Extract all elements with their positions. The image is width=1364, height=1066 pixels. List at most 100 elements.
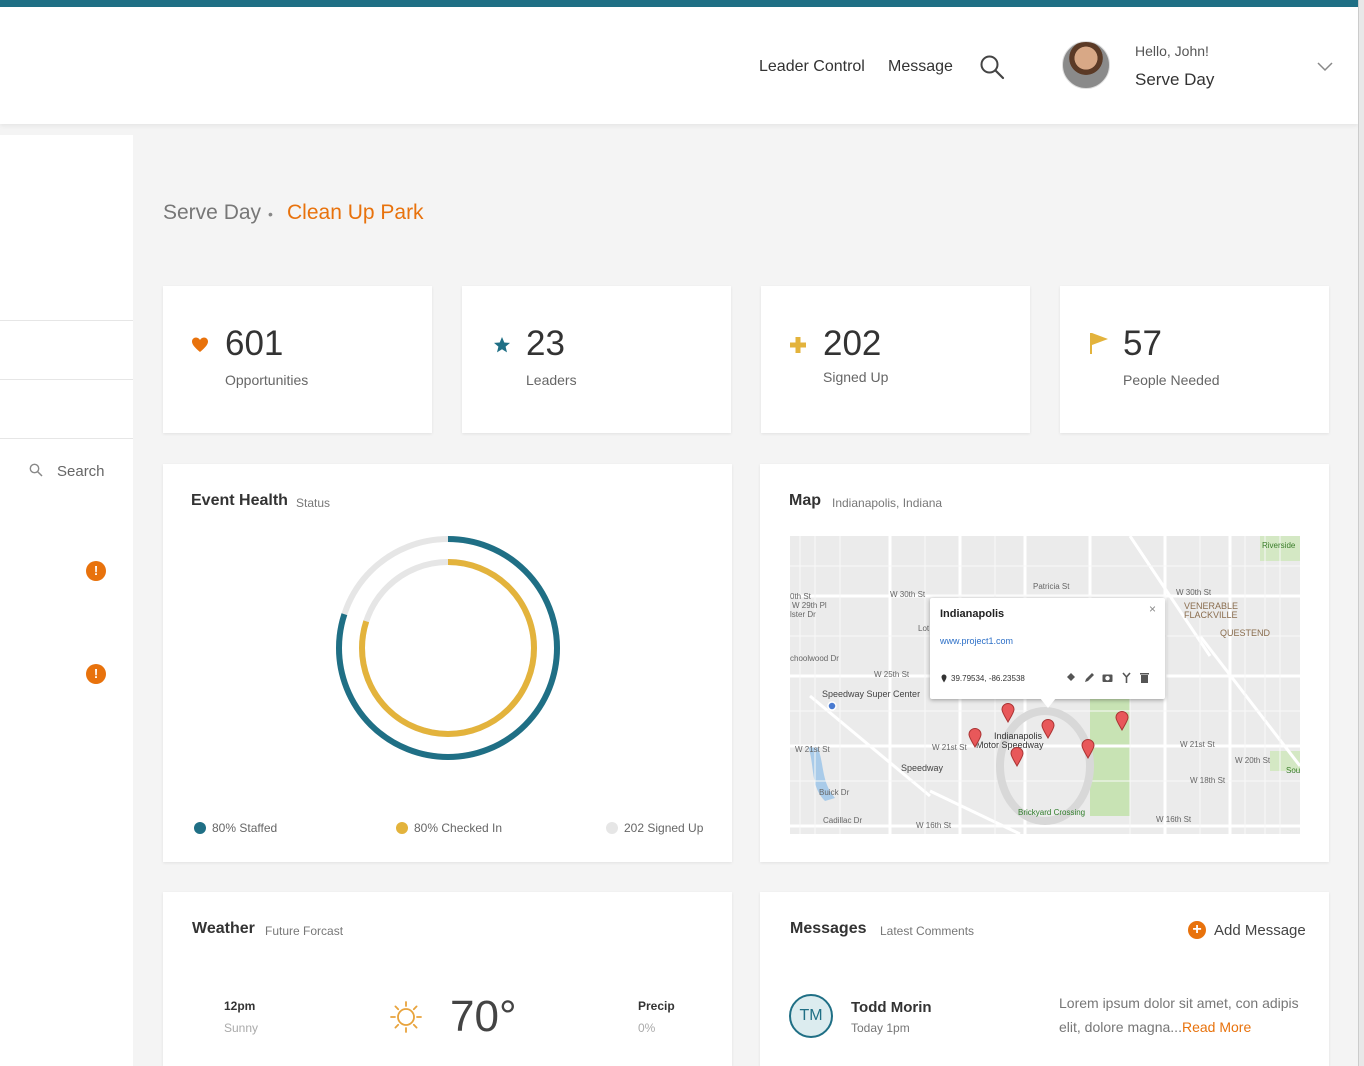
map-info-popup: Indianapolis × www.project1.com 39.79534… bbox=[930, 598, 1165, 708]
add-message-button[interactable]: + Add Message bbox=[1188, 920, 1306, 942]
plus-icon: + bbox=[1188, 921, 1206, 939]
breadcrumb-root[interactable]: Serve Day bbox=[163, 201, 261, 225]
legend-staffed: 80% Staffed bbox=[212, 821, 278, 835]
event-health-ring-chart bbox=[336, 536, 560, 760]
heart-icon bbox=[192, 337, 208, 352]
event-health-subtitle: Status bbox=[296, 496, 331, 510]
popup-title: Indianapolis bbox=[940, 608, 1005, 620]
flag-icon bbox=[1090, 333, 1108, 354]
map-label: Lot bbox=[918, 624, 930, 633]
map-label: Riverside bbox=[1262, 541, 1296, 550]
weather-precip-value: 0% bbox=[638, 1021, 656, 1035]
map-label: Speedway bbox=[901, 763, 944, 773]
breadcrumb-current: Clean Up Park bbox=[287, 201, 424, 224]
map-label: W 21st St bbox=[1180, 740, 1215, 749]
read-more-link[interactable]: Read More bbox=[1182, 1019, 1251, 1035]
stat-card-leaders: 23 Leaders bbox=[462, 286, 731, 433]
plus-icon bbox=[790, 337, 806, 353]
add-message-label: Add Message bbox=[1214, 922, 1306, 939]
message-time: Today 1pm bbox=[851, 1021, 910, 1035]
sidebar-divider bbox=[0, 438, 133, 439]
edit-icon[interactable] bbox=[1084, 672, 1095, 683]
chevron-down-icon[interactable] bbox=[1317, 60, 1333, 72]
map-label: W 29th Pl bbox=[792, 601, 827, 610]
sidebar-divider bbox=[0, 379, 133, 380]
stat-value: 601 bbox=[225, 324, 284, 363]
map-label: W 30th St bbox=[890, 590, 926, 599]
map-label: QUESTEND bbox=[1220, 628, 1271, 638]
legend-dot-staffed bbox=[194, 822, 206, 834]
message-body: Lorem ipsum dolor sit amet, con adipis e… bbox=[1059, 995, 1299, 1035]
stat-value: 57 bbox=[1123, 324, 1162, 363]
greeting-text: Hello, John! bbox=[1135, 43, 1209, 59]
map-label: choolwood Dr bbox=[790, 654, 839, 663]
popup-link[interactable]: www.project1.com bbox=[940, 636, 1013, 646]
messages-card bbox=[760, 892, 1329, 1066]
stat-label: Opportunities bbox=[225, 372, 309, 388]
map-label: Cadillac Dr bbox=[823, 816, 863, 825]
legend-signed-up: 202 Signed Up bbox=[624, 821, 704, 835]
map-title: Map bbox=[789, 492, 821, 509]
window-edge bbox=[1358, 0, 1364, 1066]
map-marker-icon[interactable] bbox=[1081, 739, 1095, 759]
nav-message[interactable]: Message bbox=[888, 58, 953, 76]
legend-dot-checked-in bbox=[396, 822, 408, 834]
camera-icon[interactable] bbox=[1102, 672, 1113, 683]
weather-time: 12pm bbox=[224, 999, 256, 1013]
map-label: W 16th St bbox=[1156, 815, 1192, 824]
trash-icon[interactable] bbox=[1139, 672, 1150, 683]
stat-card-opportunities: 601 Opportunities bbox=[163, 286, 432, 433]
map-label: Buick Dr bbox=[819, 788, 850, 797]
stat-card-people-needed: 57 People Needed bbox=[1060, 286, 1329, 433]
map-marker-icon[interactable] bbox=[968, 728, 982, 748]
map-label: lster Dr bbox=[790, 610, 816, 619]
weather-card bbox=[163, 892, 732, 1066]
messages-subtitle: Latest Comments bbox=[880, 924, 975, 938]
top-accent-bar bbox=[0, 0, 1364, 7]
alert-badge[interactable]: ! bbox=[86, 664, 106, 684]
map-marker-icon[interactable] bbox=[1115, 711, 1129, 731]
stat-label: People Needed bbox=[1123, 372, 1220, 388]
message-text: Lorem ipsum dolor sit amet, con adipis e… bbox=[1059, 991, 1309, 1039]
stat-value: 23 bbox=[526, 324, 565, 363]
nav-leader-control[interactable]: Leader Control bbox=[759, 58, 865, 76]
map-label: W 16th St bbox=[916, 821, 952, 830]
weather-temperature: 70° bbox=[450, 992, 517, 1041]
search-icon[interactable] bbox=[979, 54, 1005, 80]
map-subtitle: Indianapolis, Indiana bbox=[832, 496, 943, 510]
legend-checked-in: 80% Checked In bbox=[414, 821, 503, 835]
org-name: Serve Day bbox=[1135, 70, 1215, 89]
paint-bucket-icon[interactable] bbox=[1065, 672, 1076, 683]
map-label: 0th St bbox=[790, 592, 811, 601]
directions-icon[interactable] bbox=[1121, 672, 1132, 683]
breadcrumb-separator: • bbox=[268, 206, 273, 222]
weather-condition: Sunny bbox=[224, 1021, 259, 1035]
alert-badge[interactable]: ! bbox=[86, 561, 106, 581]
map-label: W 18th St bbox=[1190, 776, 1226, 785]
map-label: W 25th St bbox=[874, 670, 910, 679]
stat-value: 202 bbox=[823, 324, 882, 363]
sun-icon bbox=[390, 1001, 422, 1033]
map-label: Sou bbox=[1286, 766, 1300, 775]
map-marker-icon[interactable] bbox=[1041, 719, 1055, 739]
map-label: W 30th St bbox=[1176, 588, 1212, 597]
stat-label: Signed Up bbox=[823, 369, 889, 385]
weather-subtitle: Future Forcast bbox=[265, 924, 344, 938]
close-icon[interactable]: × bbox=[1149, 602, 1156, 616]
map-label: Brickyard Crossing bbox=[1018, 808, 1086, 817]
star-icon bbox=[494, 337, 510, 353]
map-marker-icon[interactable] bbox=[1001, 703, 1015, 723]
weather-title: Weather bbox=[192, 920, 255, 937]
map-marker-icon[interactable] bbox=[1010, 747, 1024, 767]
avatar[interactable] bbox=[1062, 41, 1110, 89]
map-label: Speedway Super Center bbox=[822, 689, 921, 699]
weather-precip-label: Precip bbox=[638, 999, 675, 1013]
message-author: Todd Morin bbox=[851, 999, 932, 1016]
stat-label: Leaders bbox=[526, 372, 577, 388]
avatar[interactable]: TM bbox=[789, 994, 833, 1038]
sidebar-divider bbox=[0, 320, 133, 321]
map-label: W 20th St bbox=[1235, 756, 1271, 765]
sidebar bbox=[0, 135, 133, 1066]
legend-dot-signed-up bbox=[606, 822, 618, 834]
place-pin-icon bbox=[827, 701, 837, 711]
